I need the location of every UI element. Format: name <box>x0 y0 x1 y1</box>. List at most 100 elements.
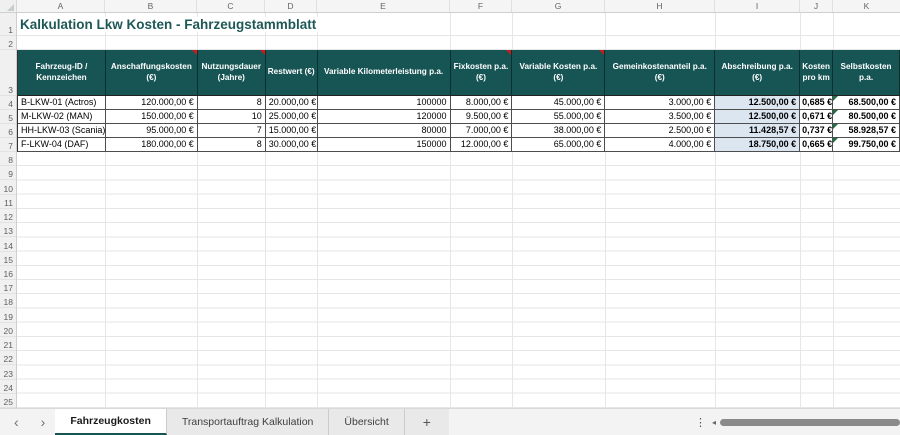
header-fixkosten[interactable]: Fixkosten p.a. (€) <box>451 50 513 95</box>
cell[interactable]: B-LKW-01 (Actros) <box>18 96 106 110</box>
cell[interactable]: 38.000,00 € <box>512 124 606 138</box>
cell[interactable]: HH-LKW-03 (Scania) <box>18 124 106 138</box>
cell[interactable]: 9.500,00 € <box>450 110 513 124</box>
column-header-i[interactable]: I <box>715 0 800 12</box>
row-header[interactable]: 10 <box>0 180 16 195</box>
row-header[interactable]: 22 <box>0 351 16 366</box>
row-header[interactable]: 1 <box>0 13 16 36</box>
row-header[interactable]: 24 <box>0 380 16 394</box>
row-header[interactable]: 7 <box>0 138 16 152</box>
cell[interactable]: 30.000,00 € <box>265 138 318 152</box>
cell[interactable]: 7.000,00 € <box>450 124 513 138</box>
row-header[interactable]: 18 <box>0 294 16 309</box>
header-variable-kosten[interactable]: Variable Kosten p.a. (€) <box>512 50 606 95</box>
column-header-e[interactable]: E <box>317 0 450 12</box>
row-header[interactable]: 12 <box>0 209 16 224</box>
cell[interactable]: 65.000,00 € <box>512 138 606 152</box>
cell[interactable]: 45.000,00 € <box>512 96 606 110</box>
cell[interactable]: 99.750,00 € <box>833 138 900 152</box>
header-kilometerleistung[interactable]: Variable Kilometerleistung p.a. <box>318 50 451 95</box>
column-header-d[interactable]: D <box>265 0 317 12</box>
cell[interactable]: 25.000,00 € <box>265 110 318 124</box>
cell[interactable]: 18.750,00 € <box>715 138 801 152</box>
cell[interactable]: 58.928,57 € <box>833 124 900 138</box>
cell[interactable]: 12.500,00 € <box>715 110 801 124</box>
row-header[interactable]: 14 <box>0 237 16 252</box>
column-header-f[interactable]: F <box>450 0 512 12</box>
cell[interactable]: 3.000,00 € <box>605 96 716 110</box>
row-header[interactable]: 25 <box>0 394 16 408</box>
cell[interactable]: 100000 <box>317 96 451 110</box>
cell[interactable]: 12.500,00 € <box>715 96 801 110</box>
cell[interactable]: 0,685 € <box>800 96 834 110</box>
cell[interactable]: 120.000,00 € <box>105 96 198 110</box>
cell[interactable]: F-LKW-04 (DAF) <box>18 138 106 152</box>
column-header-b[interactable]: B <box>105 0 197 12</box>
next-sheet-icon[interactable]: › <box>41 415 46 429</box>
sheet-title-cell[interactable]: Kalkulation Lkw Kosten - Fahrzeugstammbl… <box>17 16 323 32</box>
header-anschaffungskosten[interactable]: Anschaffungskosten (€) <box>106 50 198 95</box>
row-header[interactable]: 20 <box>0 323 16 337</box>
row-header[interactable]: 3 <box>0 50 16 96</box>
row-header[interactable]: 8 <box>0 152 16 167</box>
add-sheet-button[interactable]: + <box>405 409 449 435</box>
header-restwert[interactable]: Restwert (€) <box>266 50 318 95</box>
cell[interactable]: 20.000,00 € <box>265 96 318 110</box>
cell[interactable]: 11.428,57 € <box>715 124 801 138</box>
cell[interactable]: M-LKW-02 (MAN) <box>18 110 106 124</box>
cell[interactable]: 0,671 € <box>800 110 834 124</box>
row-header[interactable]: 13 <box>0 223 16 238</box>
scroll-left-icon[interactable]: ◂ <box>712 418 716 427</box>
cell[interactable]: 12.000,00 € <box>450 138 513 152</box>
prev-sheet-icon[interactable]: ‹ <box>14 415 19 429</box>
cell[interactable]: 95.000,00 € <box>105 124 198 138</box>
header-kosten-pro-km[interactable]: Kosten pro km <box>800 50 834 95</box>
header-fahrzeug-id[interactable]: Fahrzeug-ID / Kennzeichen <box>18 50 106 95</box>
cell[interactable]: 0,737 € <box>800 124 834 138</box>
row-header[interactable]: 21 <box>0 337 16 352</box>
row-header[interactable]: 11 <box>0 195 16 209</box>
cell[interactable]: 8 <box>197 138 266 152</box>
row-header[interactable]: 17 <box>0 280 16 295</box>
row-header[interactable]: 5 <box>0 110 16 124</box>
scrollbar-thumb[interactable] <box>720 418 900 426</box>
column-header-j[interactable]: J <box>800 0 833 12</box>
row-header[interactable]: 4 <box>0 96 16 110</box>
header-selbstkosten[interactable]: Selbstkosten p.a. <box>833 50 900 95</box>
row-header[interactable]: 6 <box>0 124 16 138</box>
cell[interactable]: 0,665 € <box>800 138 834 152</box>
cell[interactable]: 55.000,00 € <box>512 110 606 124</box>
cell[interactable]: 8 <box>197 96 266 110</box>
cell[interactable]: 10 <box>197 110 266 124</box>
cell[interactable]: 180.000,00 € <box>105 138 198 152</box>
select-all-corner[interactable] <box>0 0 17 12</box>
row-header[interactable]: 15 <box>0 252 16 266</box>
cell[interactable]: 150.000,00 € <box>105 110 198 124</box>
column-header-a[interactable]: A <box>17 0 105 12</box>
header-abschreibung[interactable]: Abschreibung p.a. (€) <box>715 50 801 95</box>
header-gemeinkostenanteil[interactable]: Gemeinkostenanteil p.a. (€) <box>605 50 716 95</box>
tab-fahrzeugkosten[interactable]: Fahrzeugkosten <box>55 409 167 435</box>
row-header[interactable]: 23 <box>0 365 16 380</box>
cell[interactable]: 120000 <box>317 110 451 124</box>
row-header[interactable]: 2 <box>0 36 16 50</box>
column-header-k[interactable]: K <box>833 0 900 12</box>
header-nutzungsdauer[interactable]: Nutzungsdauer (Jahre) <box>198 50 266 95</box>
row-header[interactable]: 9 <box>0 166 16 181</box>
cell[interactable]: 4.000,00 € <box>605 138 716 152</box>
cell[interactable]: 8.000,00 € <box>450 96 513 110</box>
column-header-c[interactable]: C <box>197 0 265 12</box>
cell[interactable]: 2.500,00 € <box>605 124 716 138</box>
cell[interactable]: 7 <box>197 124 266 138</box>
column-header-h[interactable]: H <box>605 0 715 12</box>
cell[interactable]: 80000 <box>317 124 451 138</box>
more-options-icon[interactable]: ⋮ <box>689 409 712 435</box>
cell[interactable]: 150000 <box>317 138 451 152</box>
empty-grid-rows[interactable] <box>17 152 900 408</box>
cell[interactable]: 80.500,00 € <box>833 110 900 124</box>
row-header[interactable]: 16 <box>0 266 16 280</box>
row-header[interactable]: 19 <box>0 308 16 323</box>
cell[interactable]: 68.500,00 € <box>833 96 900 110</box>
tab-transportauftrag-kalkulation[interactable]: Transportauftrag Kalkulation <box>167 409 330 435</box>
cell[interactable]: 15.000,00 € <box>265 124 318 138</box>
